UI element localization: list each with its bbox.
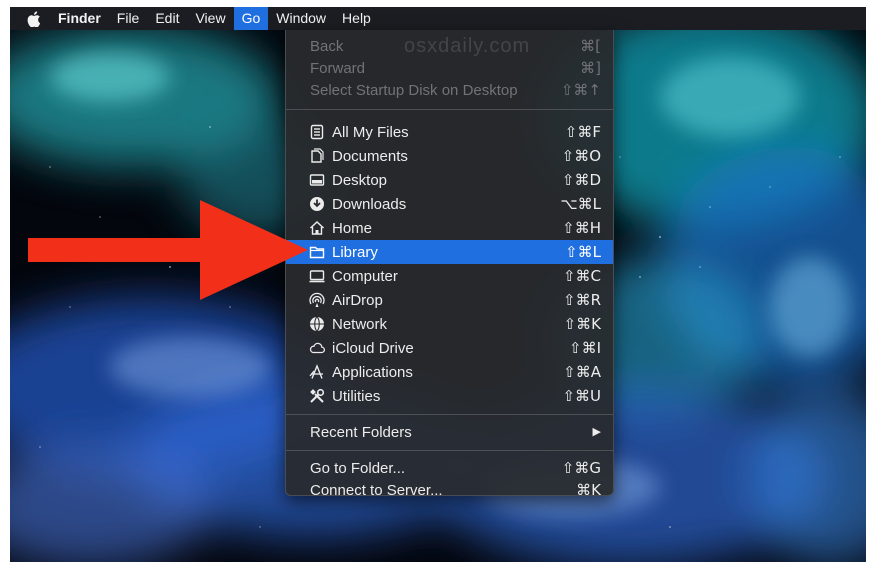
shortcut: ⌘]: [580, 59, 601, 77]
shortcut: ⌘K: [576, 481, 601, 499]
menubar-help[interactable]: Help: [334, 7, 379, 30]
menu-separator: [286, 450, 613, 451]
menubar-finder[interactable]: Finder: [50, 7, 109, 30]
menu-item-connect-to-server[interactable]: Connect to Server... ⌘K: [286, 478, 613, 502]
menu-item-computer[interactable]: Computer ⇧⌘C: [286, 264, 613, 288]
home-icon: [309, 220, 325, 236]
menu-item-label: Home: [332, 219, 373, 237]
red-arrow-annotation: [28, 200, 308, 300]
menu-item-label: Library: [332, 243, 378, 261]
menu-item-label: Recent Folders: [310, 423, 412, 441]
menu-item-label: Applications: [332, 363, 413, 381]
menu-item-all-my-files[interactable]: All My Files ⇧⌘F: [286, 120, 613, 144]
menu-item-airdrop[interactable]: AirDrop ⇧⌘R: [286, 288, 613, 312]
menu-item-select-startup-disk[interactable]: Select Startup Disk on Desktop ⇧⌘↑: [286, 78, 613, 102]
watermark: osxdaily.com: [404, 35, 531, 57]
shortcut: ⇧⌘U: [562, 387, 601, 405]
shortcut: ⇧⌘I: [569, 339, 601, 357]
menu-item-label: Network: [332, 315, 388, 333]
menu-item-label: Back: [310, 37, 344, 55]
shortcut: ⇧⌘O: [561, 147, 601, 165]
menu-item-label: Connect to Server...: [310, 481, 443, 499]
menu-item-utilities[interactable]: Utilities ⇧⌘U: [286, 384, 613, 408]
menu-item-label: Select Startup Disk on Desktop: [310, 81, 518, 99]
desktop-icon: [309, 172, 325, 188]
shortcut: ⇧⌘F: [564, 123, 601, 141]
cloud-icon: [309, 340, 325, 356]
utilities-icon: [309, 388, 325, 404]
shortcut: ⇧⌘R: [563, 291, 601, 309]
shortcut: ⇧⌘K: [563, 315, 601, 333]
menubar-go[interactable]: Go: [233, 7, 269, 30]
menu-item-desktop[interactable]: Desktop ⇧⌘D: [286, 168, 613, 192]
menubar-window[interactable]: Window: [268, 7, 334, 30]
documents-icon: [309, 148, 325, 164]
menubar-edit[interactable]: Edit: [147, 7, 187, 30]
menu-item-label: Utilities: [332, 387, 381, 405]
menu-item-recent-folders[interactable]: Recent Folders ▶: [286, 420, 613, 444]
shortcut: ⌥⌘L: [560, 195, 601, 213]
menu-item-network[interactable]: Network ⇧⌘K: [286, 312, 613, 336]
menu-item-label: Forward: [310, 59, 366, 77]
menu-bar: Finder File Edit View Go Window Help: [10, 7, 866, 30]
shortcut: ⇧⌘G: [561, 459, 601, 477]
shortcut: ⇧⌘C: [562, 267, 601, 285]
menu-item-label: Go to Folder...: [310, 459, 406, 477]
menu-item-home[interactable]: Home ⇧⌘H: [286, 216, 613, 240]
shortcut: ⇧⌘↑: [560, 81, 601, 99]
menu-item-label: Computer: [332, 267, 398, 285]
menubar-file[interactable]: File: [109, 7, 148, 30]
desktop-screen: Finder File Edit View Go Window Help Bac…: [10, 7, 866, 562]
menu-item-back[interactable]: Back osxdaily.com ⌘[: [286, 34, 613, 58]
apple-menu-icon[interactable]: [24, 7, 44, 30]
menu-item-downloads[interactable]: Downloads ⌥⌘L: [286, 192, 613, 216]
network-icon: [309, 316, 325, 332]
menu-item-label: iCloud Drive: [332, 339, 414, 357]
menu-item-documents[interactable]: Documents ⇧⌘O: [286, 144, 613, 168]
computer-icon: [309, 268, 325, 284]
menu-item-icloud-drive[interactable]: iCloud Drive ⇧⌘I: [286, 336, 613, 360]
shortcut: ⇧⌘L: [565, 243, 601, 261]
folder-icon: [309, 244, 325, 260]
menu-item-forward[interactable]: Forward ⌘]: [286, 56, 613, 80]
menu-item-library[interactable]: Library ⇧⌘L: [286, 240, 613, 264]
menu-item-label: AirDrop: [332, 291, 383, 309]
menu-separator: [286, 109, 613, 110]
shortcut: ⌘[: [580, 37, 601, 55]
menu-item-applications[interactable]: Applications ⇧⌘A: [286, 360, 613, 384]
submenu-arrow-icon: ▶: [592, 425, 601, 438]
menu-item-label: Desktop: [332, 171, 388, 189]
menu-item-label: Downloads: [332, 195, 407, 213]
go-menu: Back osxdaily.com ⌘[ Forward ⌘] Select S…: [285, 30, 614, 499]
shortcut: ⇧⌘D: [561, 171, 601, 189]
menu-item-label: Documents: [332, 147, 408, 165]
all-files-icon: [309, 124, 325, 140]
applications-icon: [309, 364, 325, 380]
shortcut: ⇧⌘H: [562, 219, 601, 237]
menu-item-go-to-folder[interactable]: Go to Folder... ⇧⌘G: [286, 456, 613, 480]
airdrop-icon: [309, 292, 325, 308]
menubar-view[interactable]: View: [187, 7, 233, 30]
shortcut: ⇧⌘A: [563, 363, 601, 381]
menu-separator: [286, 414, 613, 415]
downloads-icon: [309, 196, 325, 212]
menu-item-label: All My Files: [332, 123, 409, 141]
